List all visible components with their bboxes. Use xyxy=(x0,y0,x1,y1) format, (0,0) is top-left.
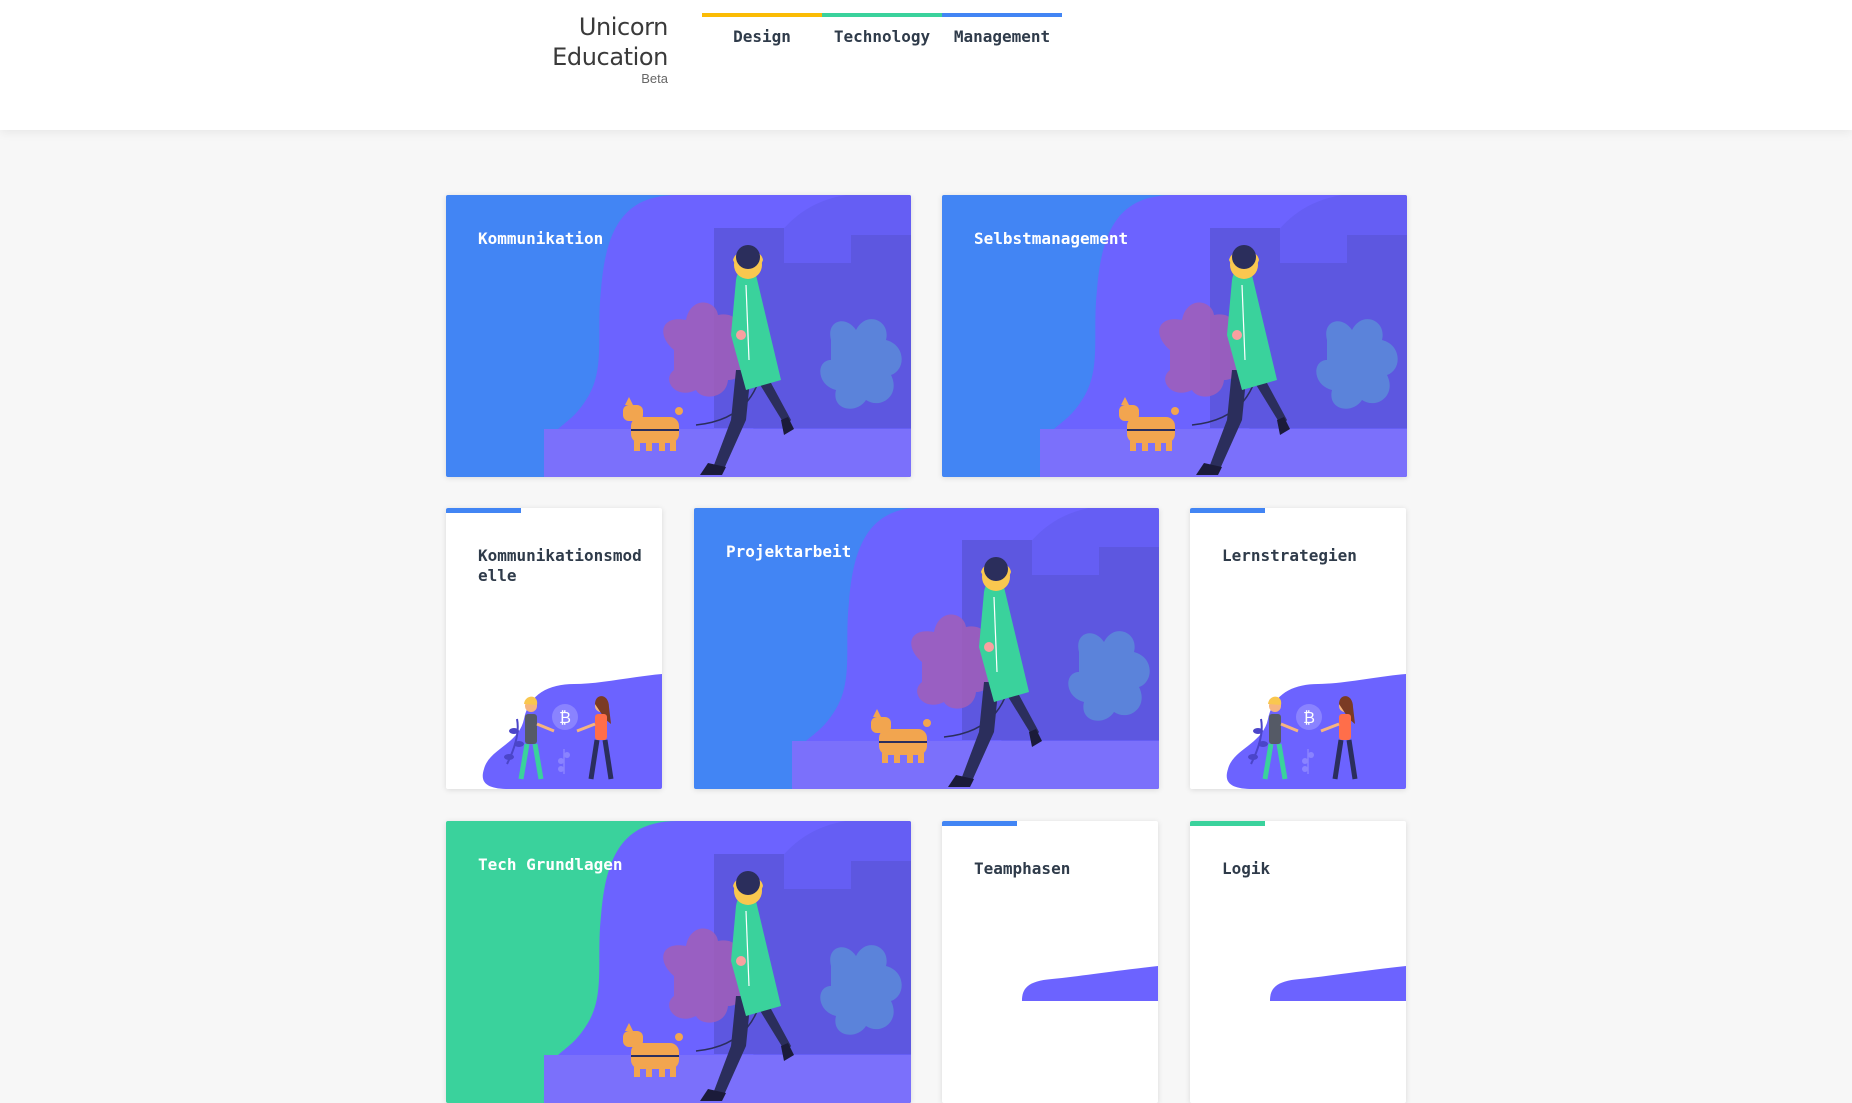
coin-exchange-illustration xyxy=(479,669,662,789)
course-card-projektarbeit[interactable]: Projektarbeit xyxy=(694,508,1159,789)
course-card-logik[interactable]: Logik xyxy=(1190,821,1406,1103)
course-card-teamphasen[interactable]: Teamphasen xyxy=(942,821,1158,1103)
course-card-tech-grundlagen[interactable]: Tech Grundlagen xyxy=(446,821,911,1103)
card-title: Logik xyxy=(1222,859,1271,878)
card-title: Tech Grundlagen xyxy=(478,855,623,874)
nav-tab-design[interactable]: Design xyxy=(702,13,822,46)
course-card-selbstmanagement[interactable]: Selbstmanagement xyxy=(942,195,1407,477)
blob-illustration xyxy=(1022,966,1158,1001)
brand-subtitle: Beta xyxy=(641,71,668,86)
card-accent-bar xyxy=(1190,821,1265,826)
card-title: Selbstmanagement xyxy=(974,229,1129,248)
top-header: Unicorn Education Beta Design Technology… xyxy=(0,0,1852,130)
card-title: Kommunikationsmodelle xyxy=(478,546,642,585)
category-nav: Design Technology Management xyxy=(702,13,1062,46)
card-title: Teamphasen xyxy=(974,859,1071,878)
course-card-kommunikation[interactable]: Kommunikation xyxy=(446,195,911,477)
course-card-kommunikationsmodelle[interactable]: Kommunikationsmodelle xyxy=(446,508,662,789)
card-title: Lernstrategien xyxy=(1222,546,1357,565)
course-card-lernstrategien[interactable]: Lernstrategien xyxy=(1190,508,1406,789)
card-accent-bar xyxy=(1190,508,1265,513)
blob-illustration xyxy=(1270,966,1406,1001)
brand-title: Unicorn Education xyxy=(552,13,668,71)
nav-tab-technology[interactable]: Technology xyxy=(822,13,942,46)
card-accent-bar xyxy=(942,821,1017,826)
card-title: Projektarbeit xyxy=(726,542,852,561)
nav-tab-management[interactable]: Management xyxy=(942,13,1062,46)
card-accent-bar xyxy=(446,508,521,513)
card-title: Kommunikation xyxy=(478,229,604,248)
brand-logo[interactable]: Unicorn Education Beta xyxy=(465,12,668,85)
coin-exchange-illustration xyxy=(1223,669,1406,789)
